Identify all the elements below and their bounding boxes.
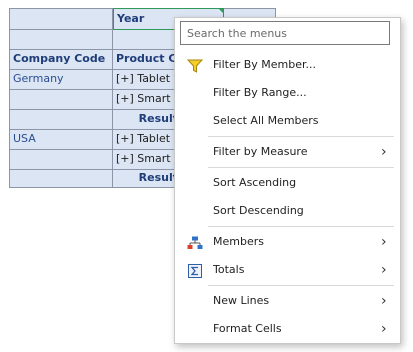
menu-item-format-cells[interactable]: Format Cells › xyxy=(175,317,400,341)
empty-cell[interactable] xyxy=(113,30,183,50)
chevron-right-icon: › xyxy=(381,293,387,309)
company-cell[interactable] xyxy=(9,110,113,130)
menu-item-filter-by-range[interactable]: Filter By Range... xyxy=(175,81,400,105)
product-header[interactable]: Product C xyxy=(113,50,183,70)
menu-item-label: Sort Descending xyxy=(213,204,304,217)
menu-item-label: Filter By Range... xyxy=(213,86,307,99)
context-menu: Filter By Member... Filter By Range... S… xyxy=(174,17,401,344)
hierarchy-icon xyxy=(187,235,203,249)
product-cell[interactable]: [+] Smart xyxy=(113,90,183,110)
product-cell[interactable]: [+] Smart xyxy=(113,150,183,170)
menu-item-label: Select All Members xyxy=(213,114,319,127)
company-cell[interactable] xyxy=(9,150,113,170)
menu-separator xyxy=(208,136,394,137)
menu-item-sort-descending[interactable]: Sort Descending xyxy=(175,199,400,223)
product-cell[interactable]: [+] Tablet xyxy=(113,70,183,90)
menu-item-filter-by-measure[interactable]: Filter by Measure › xyxy=(175,140,400,164)
menu-search-input[interactable] xyxy=(180,21,390,45)
filter-funnel-icon xyxy=(186,58,204,73)
result-cell[interactable]: Result xyxy=(113,170,183,188)
chevron-right-icon: › xyxy=(381,144,387,160)
menu-item-label: Sort Ascending xyxy=(213,176,297,189)
empty-cell[interactable] xyxy=(9,8,113,30)
menu-item-new-lines[interactable]: New Lines › xyxy=(175,289,400,313)
company-cell[interactable] xyxy=(9,90,113,110)
menu-item-label: Totals xyxy=(213,263,245,276)
menu-separator xyxy=(208,226,394,227)
menu-separator xyxy=(208,167,394,168)
menu-item-label: Filter By Member... xyxy=(213,58,317,71)
menu-item-filter-by-member[interactable]: Filter By Member... xyxy=(175,53,400,77)
sigma-icon xyxy=(187,263,203,278)
chevron-right-icon: › xyxy=(381,262,387,278)
menu-item-label: Format Cells xyxy=(213,322,282,335)
chevron-right-icon: › xyxy=(381,321,387,337)
product-cell[interactable]: [+] Tablet xyxy=(113,130,183,150)
menu-item-members[interactable]: Members › xyxy=(175,230,400,254)
chevron-right-icon: › xyxy=(381,234,387,250)
company-cell-usa[interactable]: USA xyxy=(9,130,113,150)
menu-item-label: New Lines xyxy=(213,294,270,307)
menu-item-label: Members xyxy=(213,235,264,248)
menu-item-totals[interactable]: Totals › xyxy=(175,258,400,282)
company-cell-germany[interactable]: Germany xyxy=(9,70,113,90)
empty-cell[interactable] xyxy=(9,30,113,50)
menu-item-label: Filter by Measure xyxy=(213,145,308,158)
menu-item-select-all-members[interactable]: Select All Members xyxy=(175,109,400,133)
company-cell[interactable] xyxy=(9,170,113,188)
menu-separator xyxy=(208,285,394,286)
result-cell[interactable]: Result xyxy=(113,110,183,130)
company-code-header[interactable]: Company Code xyxy=(9,50,113,70)
menu-item-sort-ascending[interactable]: Sort Ascending xyxy=(175,171,400,195)
